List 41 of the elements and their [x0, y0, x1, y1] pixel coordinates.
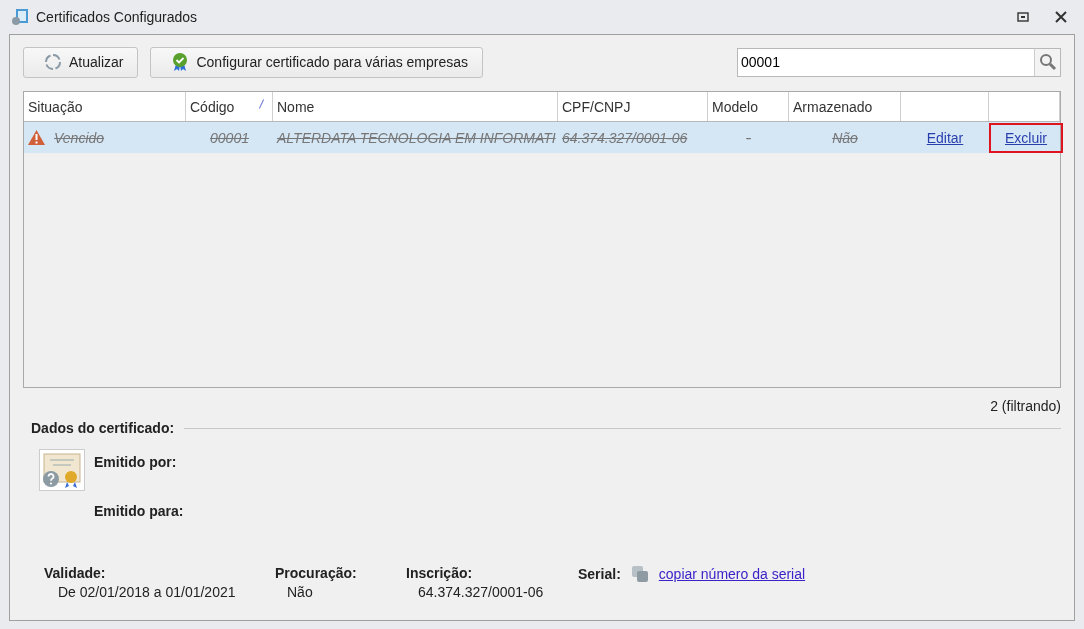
- field-value: 64.374.327/0001-06: [417, 584, 545, 600]
- restore-icon: [1017, 12, 1029, 22]
- issued-by-label: Emitido por:: [94, 454, 178, 470]
- certificate-icon: [39, 449, 85, 491]
- field-label: Inscrição:: [406, 565, 474, 581]
- column-header[interactable]: Código: [186, 92, 273, 121]
- edit-link[interactable]: Editar: [910, 122, 980, 153]
- table-cell-text: 64.374.327/0001-06: [561, 129, 689, 146]
- copy-icon: [630, 565, 649, 583]
- issued-to-label: Emitido para:: [94, 503, 185, 519]
- field-label: Validade:: [44, 565, 107, 581]
- search-field[interactable]: 00001: [737, 47, 1034, 77]
- section-title: Dados do certificado:: [31, 420, 175, 436]
- configure-button[interactable]: Configurar certificado para várias empresas: [150, 46, 484, 78]
- table-cell-text: Não: [831, 129, 859, 146]
- column-header[interactable]: Nome: [273, 92, 558, 121]
- search-button[interactable]: [1034, 47, 1061, 77]
- table-cell-text: 00001: [209, 129, 250, 146]
- warning-icon: [27, 129, 46, 146]
- refresh-icon: [44, 53, 62, 71]
- column-header[interactable]: CPF/CNPJ: [558, 92, 708, 121]
- certificate-icon: [10, 7, 30, 27]
- column-header[interactable]: Situação: [24, 92, 186, 121]
- table-row[interactable]: Vencido 00001 ALTERDATA TECNOLOGIA EM INFORMATI 64.374.327/0001-06 - Não Editar Excluir: [24, 122, 1060, 153]
- field-value: De 02/01/2018 a 01/01/2021: [57, 584, 237, 600]
- table-cell-text: ALTERDATA TECNOLOGIA EM INFORMATI: [275, 129, 557, 146]
- column-header[interactable]: Armazenado: [789, 92, 901, 121]
- award-badge-icon: [171, 52, 190, 72]
- record-count: 2 (filtrando): [990, 398, 1061, 414]
- table-cell-text: Vencido: [53, 129, 106, 146]
- field-label: Serial:: [578, 566, 621, 582]
- field-label: Procuração:: [275, 565, 358, 581]
- table-cell-text: -: [745, 129, 752, 146]
- window-title: Certificados Configurados: [36, 9, 199, 25]
- field-value: Não: [286, 584, 314, 600]
- copy-serial-link[interactable]: copiar número da serial: [658, 566, 806, 582]
- refresh-button[interactable]: Atualizar: [23, 46, 139, 78]
- search-icon: [1038, 53, 1057, 71]
- column-header[interactable]: Modelo: [708, 92, 789, 121]
- delete-link[interactable]: Excluir: [989, 122, 1063, 153]
- close-icon: [1055, 11, 1067, 23]
